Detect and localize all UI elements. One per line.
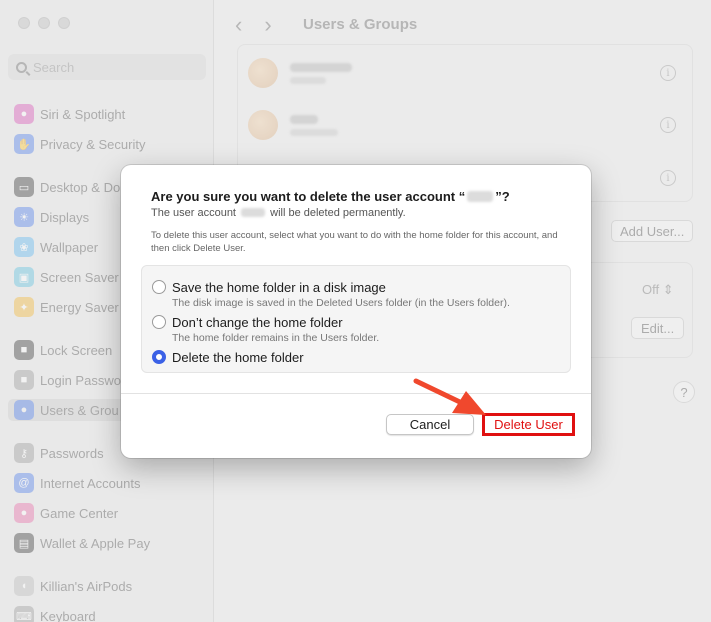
dialog-subtitle-suffix: will be deleted permanently. [270, 207, 406, 219]
option-hint: The home folder remains in the Users fol… [172, 332, 380, 344]
cancel-button[interactable]: Cancel [386, 414, 474, 435]
redacted-username [241, 208, 266, 217]
delete-user-button[interactable]: Delete User [482, 413, 575, 436]
option-label: Delete the home folder [172, 349, 304, 365]
option-label: Save the home folder in a disk image [172, 279, 386, 295]
radio-delete-home-folder[interactable] [152, 350, 166, 364]
option-save-disk-image[interactable]: Save the home folder in a disk image [152, 277, 386, 297]
home-folder-options: Save the home folder in a disk image The… [141, 265, 571, 373]
dialog-subtitle: The user account will be deleted permane… [151, 207, 406, 219]
radio-save-disk-image[interactable] [152, 280, 166, 294]
redacted-username [467, 191, 494, 202]
dialog-title: Are you sure you want to delete the user… [151, 189, 510, 204]
option-label: Don’t change the home folder [172, 314, 343, 330]
dialog-divider [121, 393, 591, 394]
delete-user-dialog: Are you sure you want to delete the user… [121, 165, 591, 458]
dialog-description: To delete this user account, select what… [151, 230, 558, 254]
option-delete-home-folder[interactable]: Delete the home folder [152, 347, 304, 367]
dialog-title-suffix: ”? [495, 189, 510, 204]
radio-dont-change[interactable] [152, 315, 166, 329]
dialog-title-prefix: Are you sure you want to delete the user… [151, 189, 466, 204]
option-dont-change[interactable]: Don’t change the home folder [152, 312, 343, 332]
dialog-subtitle-prefix: The user account [151, 207, 236, 219]
option-hint: The disk image is saved in the Deleted U… [172, 297, 510, 309]
